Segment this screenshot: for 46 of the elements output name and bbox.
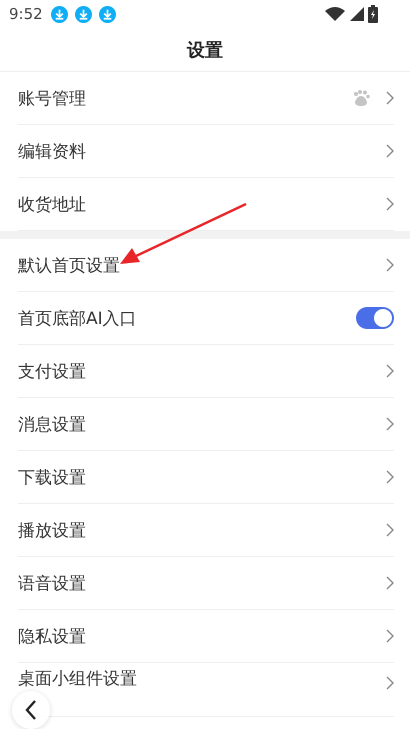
settings-row[interactable]: 编辑资料	[18, 125, 394, 178]
row-label: 语音设置	[18, 572, 87, 594]
settings-row[interactable]: 语音设置	[18, 557, 394, 610]
settings-row[interactable]: 首页底部AI入口	[18, 292, 394, 345]
chevron-icon	[386, 523, 394, 537]
chevron-icon	[386, 258, 394, 272]
download-icon	[50, 6, 68, 22]
battery-icon	[368, 5, 378, 23]
row-label: 消息设置	[18, 414, 87, 436]
paw-icon	[352, 89, 370, 107]
row-label: 账号管理	[18, 88, 87, 110]
settings-row[interactable]: 账号管理	[18, 72, 394, 125]
signal-icon	[350, 7, 364, 21]
back-icon	[24, 699, 38, 721]
page-title: 设置	[187, 38, 223, 62]
settings-row[interactable]: 隐私设置	[18, 610, 394, 663]
chevron-icon	[386, 676, 394, 690]
back-button[interactable]	[12, 691, 50, 729]
chevron-icon	[386, 144, 394, 158]
download-icon	[74, 6, 92, 22]
settings-row[interactable]: 支付设置	[18, 345, 394, 398]
settings-row[interactable]: 消息设置	[18, 398, 394, 451]
download-icon	[98, 6, 116, 22]
chevron-icon	[386, 629, 394, 643]
settings-row[interactable]: 桌面小组件设置	[18, 663, 394, 690]
chevron-icon	[386, 197, 394, 211]
row-label: 播放设置	[18, 520, 87, 542]
row-label: 支付设置	[18, 360, 87, 382]
chevron-icon	[386, 364, 394, 378]
clock: 9:52	[9, 5, 43, 23]
settings-row[interactable]: 播放设置	[18, 504, 394, 557]
row-label: 默认首页设置	[18, 254, 121, 276]
toggle-switch[interactable]	[356, 307, 394, 329]
chevron-icon	[386, 576, 394, 590]
settings-row[interactable]: 收货地址	[18, 178, 394, 231]
chevron-icon	[386, 417, 394, 431]
chevron-icon	[386, 470, 394, 484]
wifi-icon	[324, 6, 346, 22]
settings-row[interactable]: 下载设置	[18, 451, 394, 504]
chevron-icon	[386, 91, 394, 105]
row-label: 首页底部AI入口	[18, 308, 138, 330]
row-label: 收货地址	[18, 194, 87, 216]
row-label: 下载设置	[18, 466, 87, 488]
row-label: 隐私设置	[18, 626, 87, 648]
row-label: 编辑资料	[18, 140, 87, 162]
row-label: 桌面小组件设置	[18, 668, 138, 690]
